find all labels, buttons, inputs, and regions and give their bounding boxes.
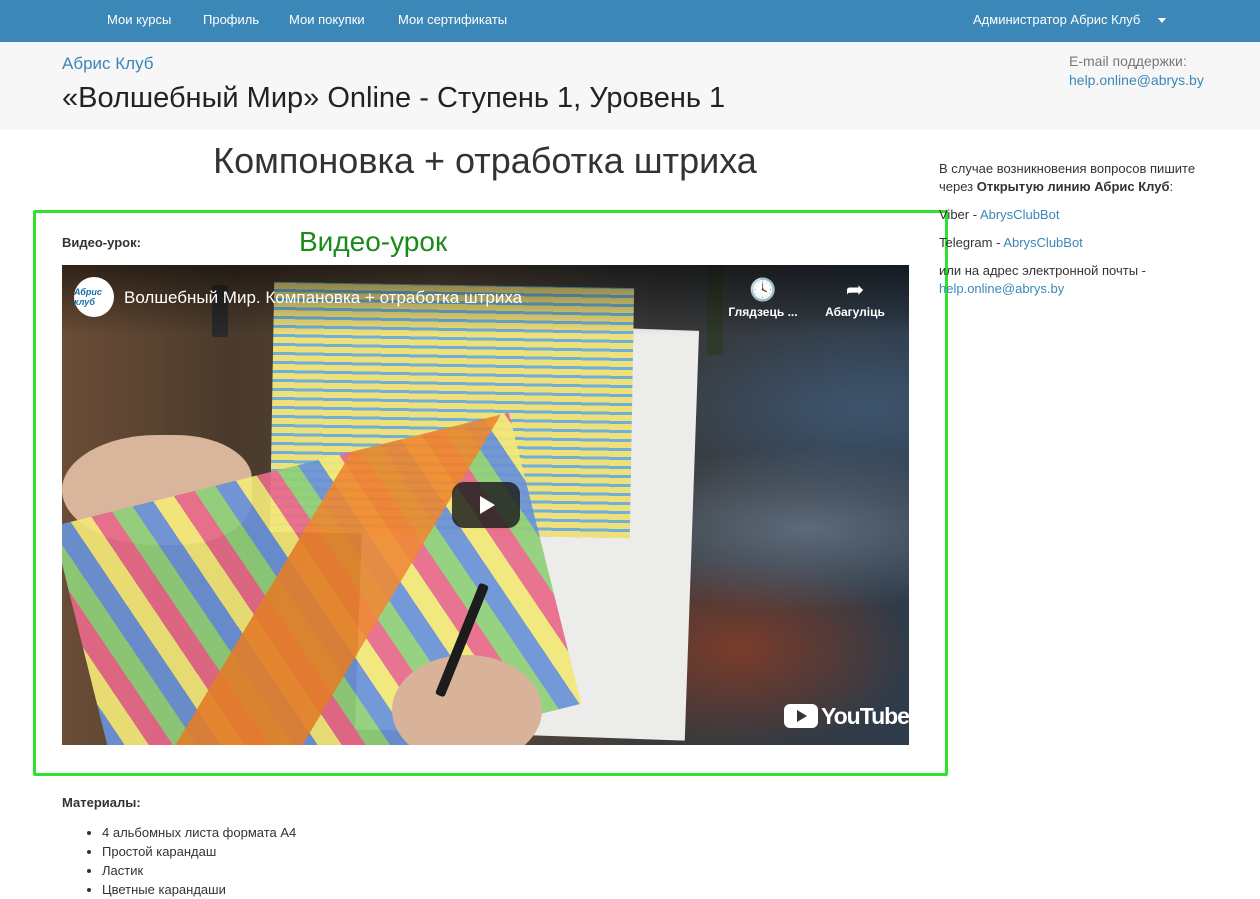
channel-avatar[interactable]: Абрис клуб <box>74 277 114 317</box>
lesson-title: Компоновка + отработка штриха <box>213 140 757 181</box>
viber-contact: Viber - AbrysClubBot <box>939 207 1060 222</box>
list-item: 4 альбомных листа формата А4 <box>102 823 296 842</box>
help-intro: В случае возникновения вопросов пишите ч… <box>939 161 1196 194</box>
play-button[interactable] <box>452 482 520 528</box>
materials-label: Материалы: <box>62 795 141 810</box>
video-lesson-label: Видео-урок: <box>62 235 141 250</box>
nav-profile[interactable]: Профиль <box>203 12 259 27</box>
user-menu[interactable]: Администратор Абрис Клуб <box>973 12 1140 27</box>
watch-later-button[interactable]: 🕓 Глядзець ... <box>723 277 803 319</box>
help-sidebar: В случае возникновения вопросов пишите ч… <box>939 160 1229 308</box>
share-icon: ➦ <box>845 277 865 302</box>
clock-icon: 🕓 <box>749 277 777 302</box>
share-label: Абагуліць <box>825 305 885 319</box>
video-title[interactable]: Волшебный Мир. Компановка + отработка шт… <box>124 288 522 308</box>
materials-list: 4 альбомных листа формата А4 Простой кар… <box>102 823 296 899</box>
open-line-name: Открытую линию Абрис Клуб <box>976 179 1170 194</box>
list-item: Простой карандаш <box>102 842 296 861</box>
youtube-logo-icon <box>784 704 818 728</box>
nav-my-certificates[interactable]: Мои сертификаты <box>398 12 507 27</box>
nav-my-purchases[interactable]: Мои покупки <box>289 12 365 27</box>
telegram-bot-link[interactable]: AbrysClubBot <box>1003 235 1082 250</box>
youtube-logo-text: YouTube <box>821 702 909 729</box>
watch-later-label: Глядзець ... <box>728 305 798 319</box>
support-email-label: E-mail поддержки: <box>1069 53 1187 69</box>
brand-link[interactable]: Абрис Клуб <box>62 54 154 74</box>
course-title: «Волшебный Мир» Online - Ступень 1, Уров… <box>62 82 726 114</box>
youtube-video-player[interactable]: Абрис клуб Волшебный Мир. Компановка + о… <box>62 265 909 745</box>
viber-bot-link[interactable]: AbrysClubBot <box>980 207 1059 222</box>
email-contact: или на адрес электронной почты - help.on… <box>939 263 1146 296</box>
support-email-link[interactable]: help.online@abrys.by <box>1069 72 1204 88</box>
nav-my-courses[interactable]: Мои курсы <box>107 12 171 27</box>
top-navbar: Мои курсы Профиль Мои покупки Мои сертиф… <box>0 0 1260 42</box>
video-highlight-label: Видео-урок <box>299 226 448 257</box>
youtube-logo[interactable]: YouTube <box>784 703 909 729</box>
share-button[interactable]: ➦ Абагуліць <box>815 277 895 319</box>
caret-down-icon[interactable] <box>1158 18 1166 23</box>
telegram-contact: Telegram - AbrysClubBot <box>939 235 1083 250</box>
list-item: Ластик <box>102 861 296 880</box>
list-item: Цветные карандаши <box>102 880 296 899</box>
sidebar-email-link[interactable]: help.online@abrys.by <box>939 281 1064 296</box>
